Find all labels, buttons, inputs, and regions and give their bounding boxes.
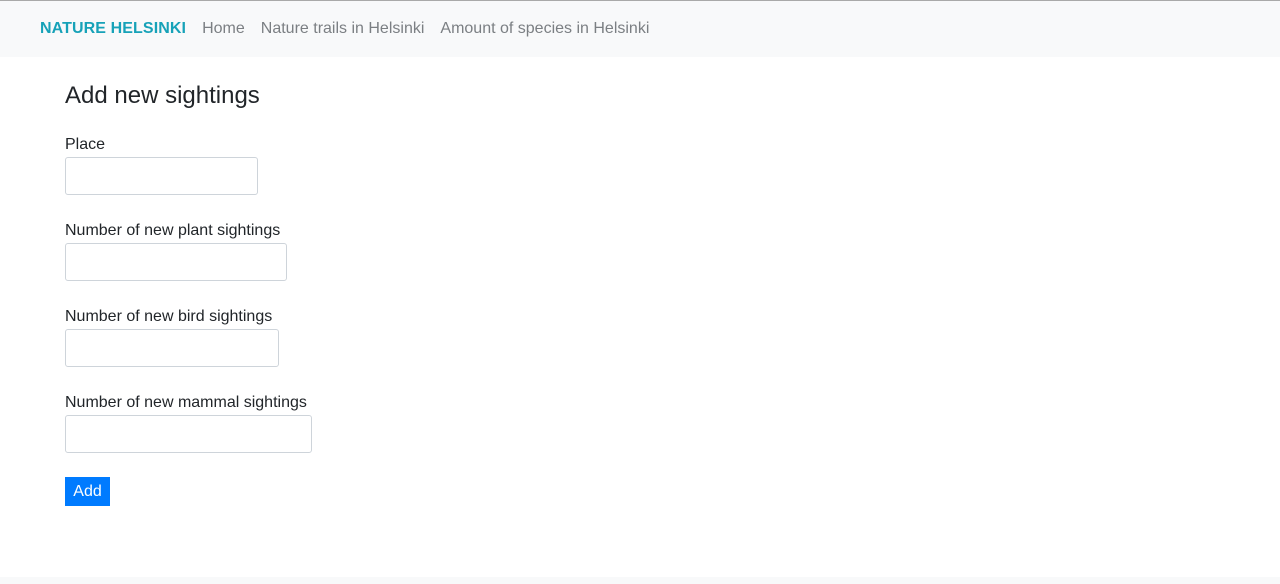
plant-sightings-field-group: Number of new plant sightings bbox=[65, 221, 287, 281]
bird-sightings-input[interactable] bbox=[65, 329, 279, 367]
add-button[interactable]: Add bbox=[65, 477, 110, 506]
sightings-form: Add new sightings Place Number of new pl… bbox=[65, 80, 665, 506]
mammal-sightings-field-group: Number of new mammal sightings bbox=[65, 393, 312, 453]
plant-sightings-label: Number of new plant sightings bbox=[65, 222, 281, 239]
plant-sightings-input[interactable] bbox=[65, 243, 287, 281]
navbar: NATURE HELSINKI Home Nature trails in He… bbox=[0, 1, 1280, 57]
place-label: Place bbox=[65, 136, 106, 153]
page-title: Add new sightings bbox=[65, 82, 260, 109]
nav-link-home[interactable]: Home bbox=[202, 20, 245, 38]
nav-link-species[interactable]: Amount of species in Helsinki bbox=[440, 20, 649, 38]
nav-link-nature-trails[interactable]: Nature trails in Helsinki bbox=[261, 20, 425, 38]
mammal-sightings-input[interactable] bbox=[65, 415, 312, 453]
place-input[interactable] bbox=[65, 157, 258, 195]
bird-sightings-field-group: Number of new bird sightings bbox=[65, 307, 279, 367]
bird-sightings-label: Number of new bird sightings bbox=[65, 308, 273, 325]
brand-link[interactable]: NATURE HELSINKI bbox=[40, 20, 186, 38]
footer-strip bbox=[0, 577, 1280, 584]
mammal-sightings-label: Number of new mammal sightings bbox=[65, 394, 307, 411]
place-field-group: Place bbox=[65, 135, 258, 195]
